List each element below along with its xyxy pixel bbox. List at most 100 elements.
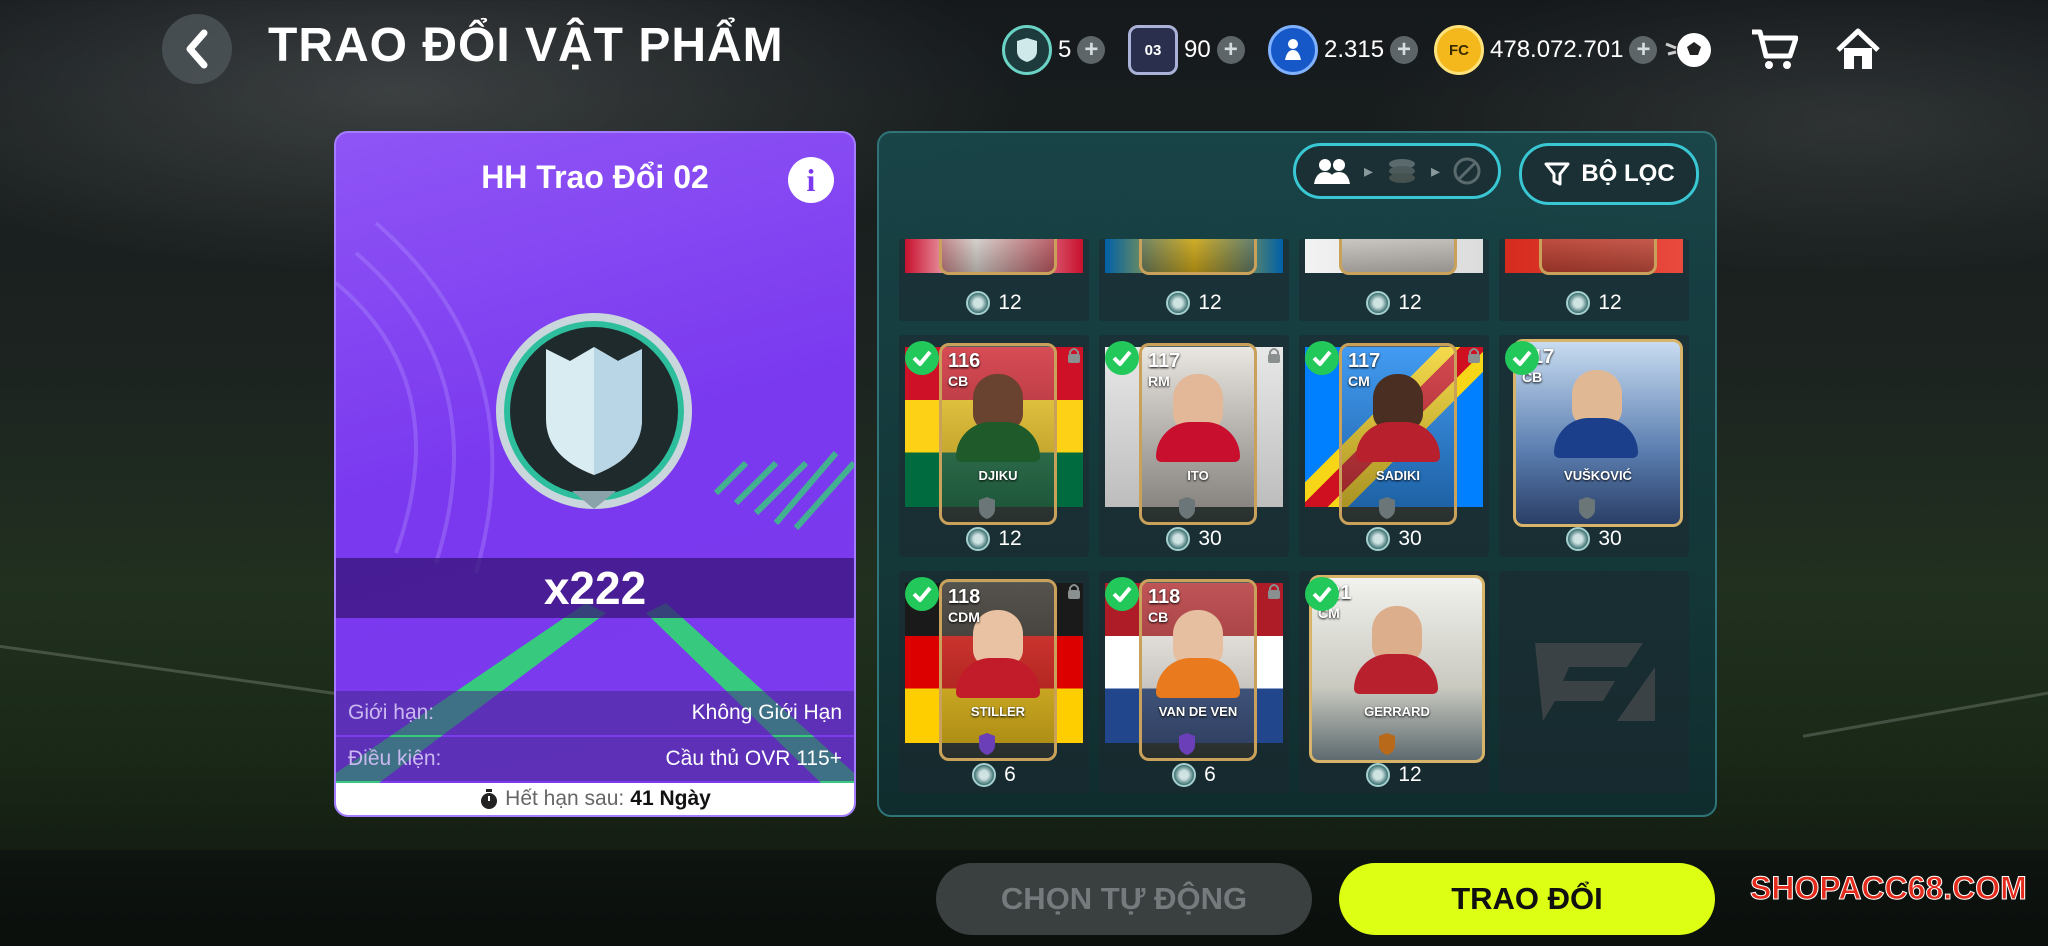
ball-icon[interactable] xyxy=(1662,22,1718,78)
currency-pack-03: 03 90 + xyxy=(1128,24,1245,76)
filter-label: BỘ LỌC xyxy=(1581,160,1675,187)
player-cost: 6 xyxy=(1204,763,1216,786)
check-icon xyxy=(905,341,939,375)
chevron-right-icon: ▸ xyxy=(1430,160,1440,181)
item-quantity: x222 xyxy=(336,558,854,618)
player-slot[interactable]: 12 xyxy=(1299,239,1489,321)
fc-coin-icon: FC xyxy=(1434,25,1484,75)
exchange-token-icon xyxy=(1366,527,1391,551)
currency-value: 90 xyxy=(1184,36,1211,63)
exchange-token-icon xyxy=(972,763,997,787)
player-slot-gerrard[interactable]: 121 CM GERRARD 12 xyxy=(1299,571,1489,793)
expire-value: 41 Ngày xyxy=(630,787,711,810)
exchange-token-icon xyxy=(1172,763,1197,787)
add-player-token-button[interactable]: + xyxy=(1390,36,1419,64)
player-slot-vuskovic[interactable]: 117 CB VUŠKOVIĆ 30 xyxy=(1499,335,1689,557)
player-name: DJIKU xyxy=(978,468,1018,483)
check-icon xyxy=(1105,577,1139,611)
player-cost: 12 xyxy=(998,527,1022,550)
stopwatch-icon xyxy=(481,789,498,809)
player-cost: 12 xyxy=(1198,291,1222,314)
item-shield-icon xyxy=(492,309,696,513)
player-slot-van-de-ven[interactable]: 118 CB VAN DE VEN 6 xyxy=(1099,571,1289,793)
chevron-left-icon xyxy=(186,29,208,69)
player-slot[interactable]: 12 xyxy=(1499,239,1689,321)
coins-stack-icon xyxy=(1388,159,1415,183)
home-icon[interactable] xyxy=(1830,22,1886,78)
exchange-token-icon xyxy=(1166,291,1191,315)
cart-icon[interactable] xyxy=(1746,22,1802,78)
add-pack-button[interactable]: + xyxy=(1216,36,1245,64)
player-slot-djiku[interactable]: 116 CB DJIKU 12 xyxy=(899,335,1089,557)
lock-icon xyxy=(1267,347,1281,368)
player-position: CB xyxy=(948,373,969,389)
player-cost: 30 xyxy=(1198,527,1222,550)
watermark: SHOPACC68.COM xyxy=(1750,870,2028,907)
player-slot[interactable]: 12 xyxy=(899,239,1089,321)
lock-icon xyxy=(1267,583,1281,604)
check-icon xyxy=(1505,341,1539,375)
chevron-right-icon: ▸ xyxy=(1363,160,1373,181)
limit-row: Giới hạn: Không Giới Hạn xyxy=(336,691,854,735)
exchange-token-icon xyxy=(1566,291,1591,315)
player-position: CM xyxy=(1348,373,1370,389)
exchange-item-card: HH Trao Đổi 02 i x222 Giới hạn: Không Gi… xyxy=(334,131,856,817)
player-cost: 6 xyxy=(1004,763,1016,786)
add-fc-coin-button[interactable]: + xyxy=(1629,36,1658,64)
lock-icon xyxy=(1467,347,1481,368)
limit-label: Giới hạn: xyxy=(348,701,435,724)
filter-steps[interactable]: ▸ ▸ xyxy=(1293,143,1501,199)
empty-player-slot xyxy=(1499,571,1689,793)
player-slot-stiller[interactable]: 118 CDM STILLER 6 xyxy=(899,571,1089,793)
page-title: TRAO ĐỔI VẬT PHẨM xyxy=(268,19,784,72)
exchange-token-icon xyxy=(966,291,991,315)
lock-icon xyxy=(1067,583,1081,604)
condition-value: Cầu thủ OVR 115+ xyxy=(665,747,842,770)
limit-value: Không Giới Hạn xyxy=(691,701,842,724)
trade-button[interactable]: TRAO ĐỔI xyxy=(1339,863,1715,935)
player-cost: 12 xyxy=(1398,291,1422,314)
player-cost: 30 xyxy=(1398,527,1422,550)
player-name: SADIKI xyxy=(1375,468,1421,483)
player-ovr: 117 xyxy=(1348,350,1381,372)
player-slot-sadiki[interactable]: 117 CM SADIKI 30 xyxy=(1299,335,1489,557)
pitch-line xyxy=(1802,665,2048,738)
player-slot-ito[interactable]: 117 RM ITO 30 xyxy=(1099,335,1289,557)
no-entry-icon xyxy=(1453,157,1481,185)
player-slot[interactable]: 12 xyxy=(1099,239,1289,321)
add-shield-token-button[interactable]: + xyxy=(1077,36,1106,64)
check-icon xyxy=(905,577,939,611)
currency-value: 2.315 xyxy=(1324,36,1385,63)
info-icon[interactable]: i xyxy=(788,157,834,203)
exchange-token-icon xyxy=(1366,763,1391,787)
back-button[interactable] xyxy=(162,14,232,84)
player-position: RM xyxy=(1148,373,1170,389)
auto-select-button[interactable]: CHỌN TỰ ĐỘNG xyxy=(936,863,1312,935)
currency-value: 478.072.701 xyxy=(1490,36,1624,63)
player-name: ITO xyxy=(1187,468,1209,483)
expire-row: Hết hạn sau: 41 Ngày xyxy=(336,783,854,815)
player-ovr: 118 xyxy=(1148,586,1181,608)
exchange-token-icon xyxy=(1566,527,1591,551)
condition-label: Điều kiện: xyxy=(348,747,442,770)
check-icon xyxy=(1305,577,1339,611)
player-name: VUŠKOVIĆ xyxy=(1564,468,1632,483)
player-position: CB xyxy=(1148,609,1169,625)
player-ovr: 116 xyxy=(948,350,981,372)
exchange-token-icon xyxy=(966,527,991,551)
player-cost: 30 xyxy=(1598,527,1622,550)
player-cost: 12 xyxy=(998,291,1022,314)
player-name: STILLER xyxy=(970,704,1026,719)
currency-fc-coin: FC 478.072.701 + xyxy=(1434,24,1658,76)
filter-button[interactable]: BỘ LỌC xyxy=(1519,143,1699,205)
check-icon xyxy=(1305,341,1339,375)
pack-03-icon: 03 xyxy=(1128,25,1178,75)
lock-icon xyxy=(1067,347,1081,368)
players-icon xyxy=(1313,159,1350,184)
player-name: GERRARD xyxy=(1364,704,1430,719)
condition-row: Điều kiện: Cầu thủ OVR 115+ xyxy=(336,737,854,781)
currency-shield-token: 5 + xyxy=(1002,24,1106,76)
player-position: CDM xyxy=(948,609,980,625)
shield-token-icon xyxy=(1002,25,1052,75)
expire-label: Hết hạn sau: xyxy=(505,787,625,810)
